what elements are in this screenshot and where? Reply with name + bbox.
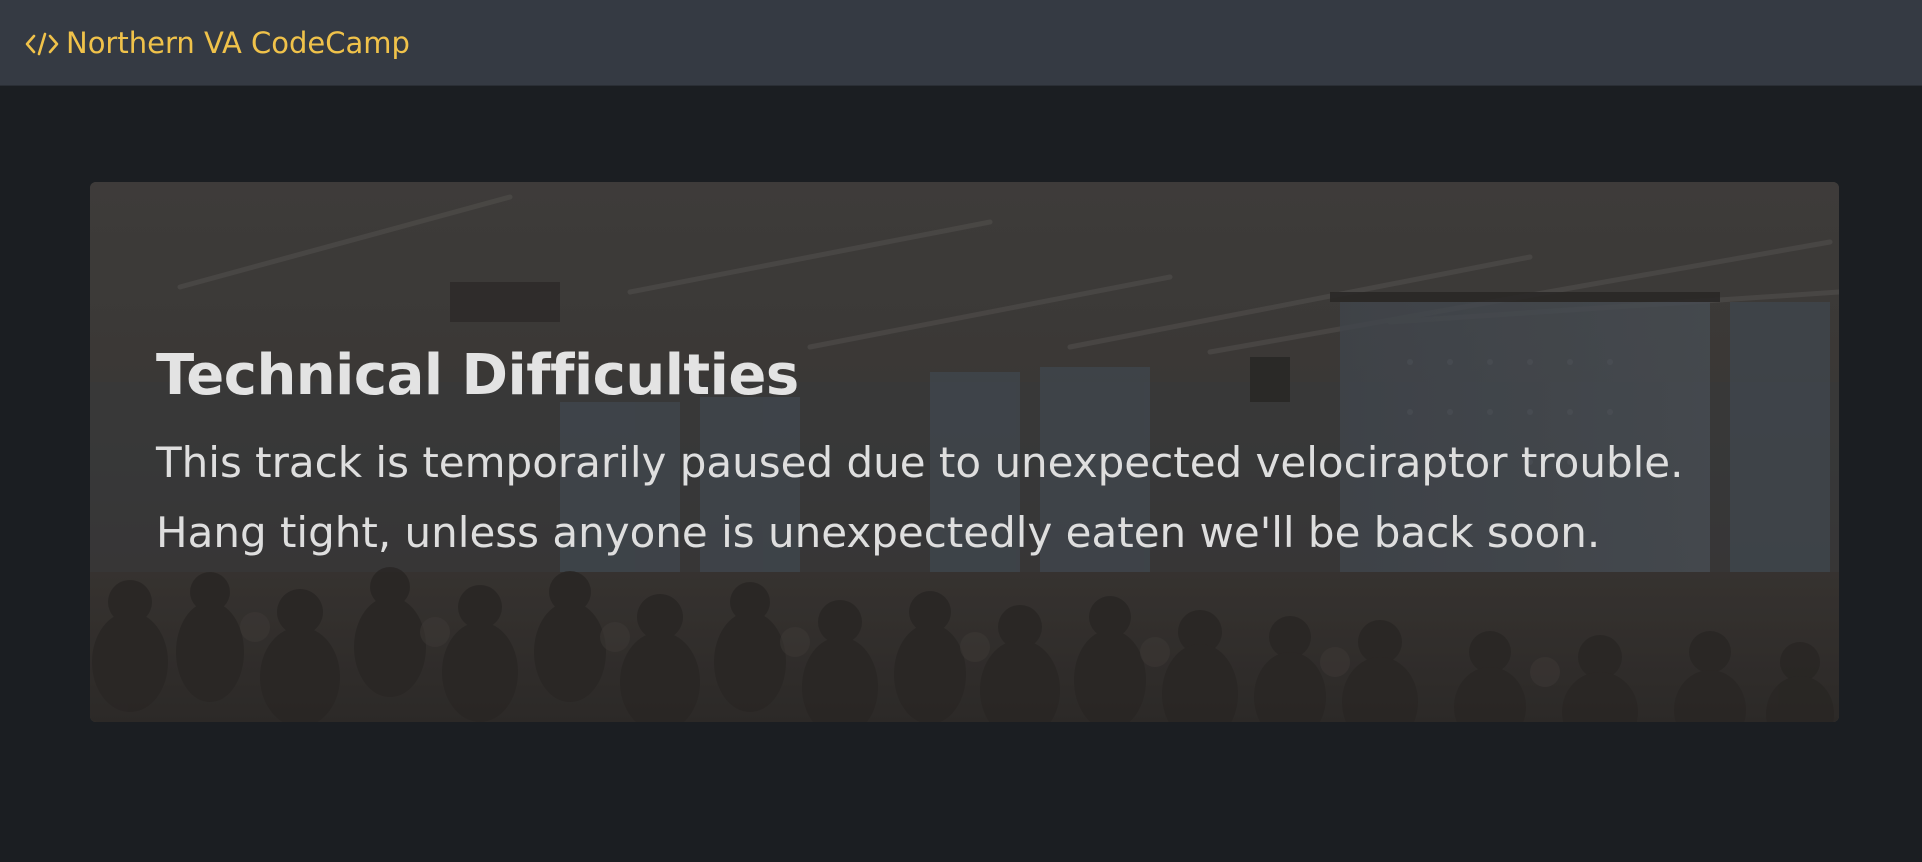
code-icon — [25, 30, 59, 56]
hero-lead-line-2: Hang tight, unless anyone is unexpectedl… — [156, 508, 1601, 557]
brand-link[interactable]: Northern VA CodeCamp — [25, 25, 410, 61]
brand-label: Northern VA CodeCamp — [66, 26, 410, 60]
navbar: Northern VA CodeCamp — [0, 0, 1922, 86]
hero-content: Technical Difficulties This track is tem… — [156, 342, 1776, 568]
hero-title: Technical Difficulties — [156, 343, 799, 408]
hero-lead: This track is temporarily paused due to … — [156, 428, 1776, 568]
hero-banner: Technical Difficulties This track is tem… — [90, 182, 1839, 722]
hero-lead-line-1: This track is temporarily paused due to … — [156, 438, 1684, 487]
